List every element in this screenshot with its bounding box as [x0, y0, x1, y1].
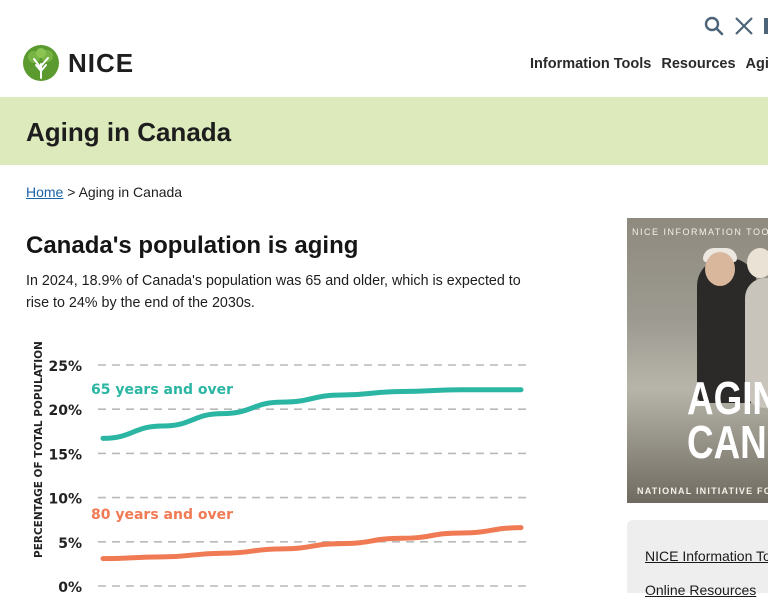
- promo-photo-head-2: [747, 248, 768, 278]
- y-tick-label: 10%: [48, 492, 82, 508]
- y-tick-label: 15%: [48, 447, 82, 463]
- x-social-icon[interactable]: [734, 16, 754, 36]
- breadcrumb-home-link[interactable]: Home: [26, 184, 63, 200]
- page-banner: Aging in Canada: [0, 97, 768, 165]
- series-label: 80 years and over: [91, 507, 233, 523]
- section-intro: In 2024, 18.9% of Canada's population wa…: [26, 273, 521, 311]
- population-line-chart: 0% 5% 10% 15% 20% 25% 65 years and over 80 year…: [48, 359, 526, 593]
- promo-headline-line-2: CAN: [687, 416, 767, 468]
- nav-resources[interactable]: Resources: [661, 56, 735, 72]
- promo-top-text: NICE INFORMATION TOO: [632, 227, 768, 237]
- breadcrumb-separator: >: [67, 184, 76, 200]
- series-label: 65 years and over: [91, 382, 233, 398]
- y-tick-label: 5%: [58, 536, 82, 552]
- nav-aging-in[interactable]: Aging in: [746, 56, 768, 72]
- main-nav: Information Tools Resources Aging in: [530, 56, 768, 72]
- site-header: NICE Information Tools Resources Aging i…: [0, 0, 768, 97]
- sidebar-link-online-resources[interactable]: Online Resources: [645, 582, 756, 598]
- promo-bottom-text: NATIONAL INITIATIVE FO: [637, 486, 768, 496]
- breadcrumb-current: Aging in Canada: [78, 184, 183, 200]
- series-line-80-plus: [100, 525, 524, 562]
- sidebar-link-information-tools[interactable]: NICE Information Too: [645, 548, 768, 564]
- y-tick-label: 25%: [48, 359, 82, 375]
- sidebar-links-box: NICE Information Too Online Resources: [627, 520, 768, 598]
- chart-y-axis-title: PERCENTAGE OF TOTAL POPULATION: [33, 341, 45, 558]
- y-tick-label: 20%: [48, 403, 82, 419]
- y-tick-label: 0%: [58, 580, 82, 593]
- aging-in-canada-promo-image[interactable]: NICE INFORMATION TOO AGIN CAN NATIONAL I…: [627, 218, 768, 503]
- promo-headline: AGIN CAN: [687, 372, 768, 468]
- nav-information-tools[interactable]: Information Tools: [530, 56, 651, 72]
- header-utility-icons: [694, 16, 768, 36]
- promo-photo-head: [705, 252, 735, 286]
- search-icon[interactable]: [704, 16, 724, 36]
- page-title: Aging in Canada: [26, 117, 232, 147]
- social-icon-partial[interactable]: [764, 16, 768, 36]
- nice-logo[interactable]: NICE: [22, 44, 134, 82]
- tree-logo-icon: [23, 45, 59, 81]
- logo-text: NICE: [68, 47, 135, 78]
- promo-headline-line-1: AGIN: [687, 372, 768, 424]
- section-title: Canada's population is aging: [26, 232, 359, 259]
- breadcrumb: Home > Aging in Canada: [26, 184, 182, 200]
